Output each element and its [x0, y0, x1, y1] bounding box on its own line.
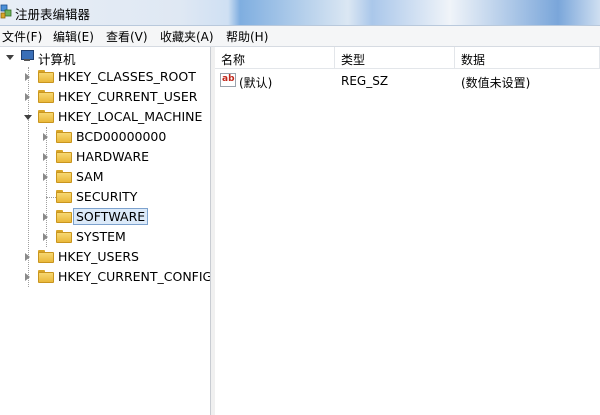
expand-arrow-icon[interactable] [43, 213, 48, 221]
expand-arrow-icon[interactable] [25, 253, 30, 261]
collapse-arrow-icon[interactable] [6, 55, 14, 60]
folder-icon [56, 190, 72, 203]
tree-item-system[interactable]: SYSTEM [0, 227, 210, 247]
folder-icon [56, 130, 72, 143]
tree-item-hkey-classes-root[interactable]: HKEY_CLASSES_ROOT [0, 67, 210, 87]
values-list-pane[interactable]: 名称 类型 数据 ab (默认) REG_SZ (数值未设置) [215, 47, 600, 415]
folder-icon [56, 150, 72, 163]
expand-arrow-icon[interactable] [43, 153, 48, 161]
value-data: (数值未设置) [461, 76, 531, 90]
expand-arrow-icon[interactable] [25, 73, 30, 81]
value-row[interactable]: ab (默认) REG_SZ (数值未设置) [215, 71, 600, 91]
column-header-label: 类型 [341, 53, 366, 67]
tree-item-hkey-local-machine[interactable]: HKEY_LOCAL_MACHINE [0, 107, 210, 127]
title-bar[interactable]: 注册表编辑器 [0, 0, 600, 26]
tree-item-label: 计算机 [38, 52, 76, 67]
folder-icon [38, 70, 54, 83]
folder-icon [38, 90, 54, 103]
menu-view[interactable]: 查看(V) [105, 28, 149, 45]
tree-item-label: SYSTEM [76, 229, 126, 244]
tree-item-label: BCD00000000 [76, 129, 167, 144]
tree-item-label: HKEY_CURRENT_USER [58, 89, 198, 104]
expand-arrow-icon[interactable] [25, 273, 30, 281]
tree-item-hardware[interactable]: HARDWARE [0, 147, 210, 167]
menu-help[interactable]: 帮助(H) [225, 28, 269, 45]
menu-favorites[interactable]: 收藏夹(A) [159, 28, 215, 45]
folder-icon [56, 210, 72, 223]
tree-item-label: HKEY_USERS [58, 249, 139, 264]
tree-item-label-selected: SOFTWARE [73, 208, 149, 225]
value-name: (默认) [239, 76, 273, 90]
column-header-type[interactable]: 类型 [335, 47, 455, 69]
tree-item-label: SECURITY [76, 189, 138, 204]
folder-icon [56, 170, 72, 183]
expand-arrow-icon[interactable] [43, 233, 48, 241]
column-header-data[interactable]: 数据 [455, 47, 600, 69]
tree-item-security[interactable]: SECURITY [0, 187, 210, 207]
window-title: 注册表编辑器 [15, 7, 91, 22]
tree-item-label: HKEY_CLASSES_ROOT [58, 69, 196, 84]
tree-item-hkey-current-config[interactable]: HKEY_CURRENT_CONFIG [0, 267, 212, 287]
tree-item-computer[interactable]: 计算机 [0, 47, 210, 67]
tree-item-software[interactable]: SOFTWARE [0, 207, 210, 227]
column-header-label: 数据 [461, 53, 486, 67]
menu-edit[interactable]: 编辑(E) [52, 28, 95, 45]
column-header-name[interactable]: 名称 [215, 47, 335, 69]
menu-bar: 文件(F) 编辑(E) 查看(V) 收藏夹(A) 帮助(H) [0, 26, 600, 47]
tree-item-label: HKEY_CURRENT_CONFIG [58, 269, 213, 284]
expand-arrow-icon[interactable] [25, 93, 30, 101]
tree-item-label: HKEY_LOCAL_MACHINE [58, 109, 203, 124]
registry-editor-icon [0, 4, 12, 19]
collapse-arrow-icon[interactable] [24, 115, 32, 120]
folder-icon [38, 250, 54, 263]
tree-item-label: HARDWARE [76, 149, 150, 164]
column-header-label: 名称 [221, 53, 246, 67]
ab-string-value-icon: ab [220, 73, 236, 87]
tree-item-label: SAM [76, 169, 104, 184]
folder-icon [38, 270, 54, 283]
value-type: REG_SZ [341, 74, 389, 88]
key-tree-pane[interactable]: 计算机 HKEY_CLASSES_ROOT HKEY_CURRENT_USER … [0, 47, 212, 415]
folder-icon [56, 230, 72, 243]
computer-icon [20, 50, 34, 62]
menu-file[interactable]: 文件(F) [1, 28, 43, 45]
expand-arrow-icon[interactable] [43, 173, 48, 181]
tree-item-bcd00000000[interactable]: BCD00000000 [0, 127, 210, 147]
tree-item-hkey-users[interactable]: HKEY_USERS [0, 247, 210, 267]
tree-item-sam[interactable]: SAM [0, 167, 210, 187]
expand-arrow-icon[interactable] [43, 133, 48, 141]
tree-item-hkey-current-user[interactable]: HKEY_CURRENT_USER [0, 87, 210, 107]
folder-icon [38, 110, 54, 123]
